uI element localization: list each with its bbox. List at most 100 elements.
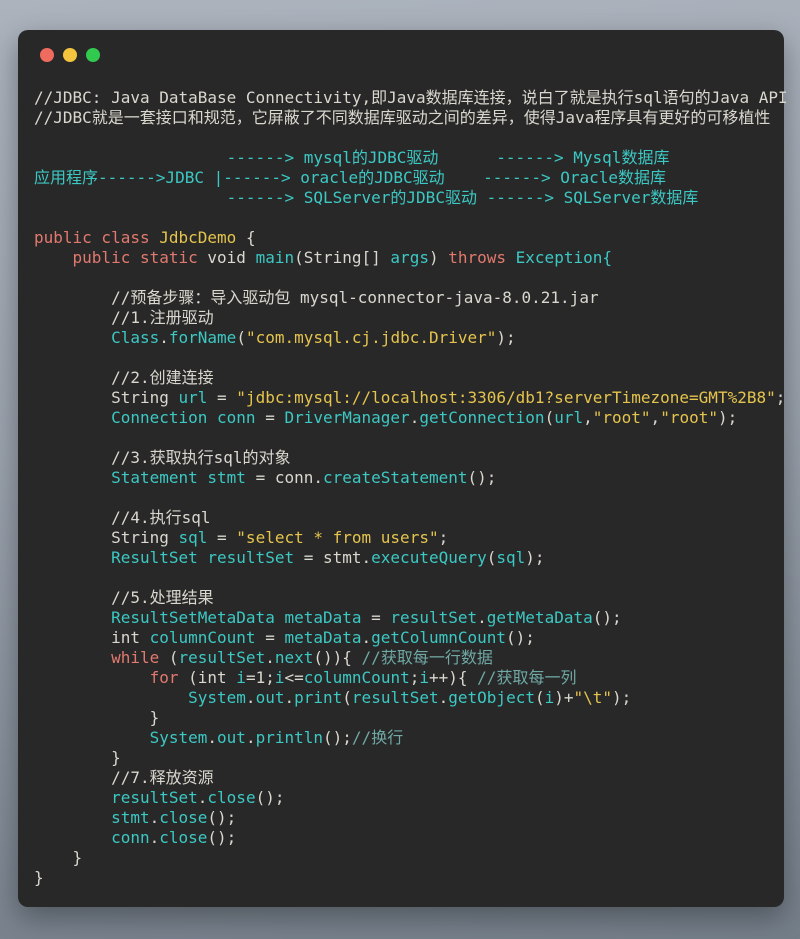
- code-token: [34, 608, 111, 627]
- code-token: out: [256, 688, 285, 707]
- code-token: url: [554, 408, 583, 427]
- code-token: (: [169, 648, 179, 667]
- code-token: //换行: [352, 728, 403, 747]
- code-line: //4.执行sql: [34, 508, 784, 528]
- code-token: for: [150, 668, 189, 687]
- code-token: [34, 828, 111, 847]
- code-token: ,: [583, 408, 593, 427]
- code-token: );: [496, 328, 515, 347]
- code-token: =: [371, 608, 390, 627]
- code-token: [34, 808, 111, 827]
- code-line: //JDBC就是一套接口和规范，它屏蔽了不同数据库驱动之间的差异，使得Java程…: [34, 108, 784, 128]
- minimize-button[interactable]: [63, 48, 77, 62]
- code-token: //5.处理结果: [34, 588, 214, 607]
- code-token: //获取每一行数据: [362, 648, 493, 667]
- code-line: [34, 348, 784, 368]
- code-token: (: [545, 408, 555, 427]
- code-token: ;: [776, 388, 786, 407]
- code-token: //JDBC就是一套接口和规范，它屏蔽了不同数据库驱动之间的差异，使得Java程…: [34, 108, 770, 127]
- code-token: = stmt.: [304, 548, 371, 567]
- code-line: ResultSetMetaData metaData = resultSet.g…: [34, 608, 784, 628]
- code-token: =: [217, 528, 236, 547]
- code-token: [34, 688, 188, 707]
- code-token: i: [545, 688, 555, 707]
- code-token: i: [236, 668, 246, 687]
- code-line: System.out.print(resultSet.getObject(i)+…: [34, 688, 784, 708]
- code-line: 应用程序------>JDBC |------> oracle的JDBC驱动 -…: [34, 168, 784, 188]
- code-line: ------> mysql的JDBC驱动 ------> Mysql数据库: [34, 148, 784, 168]
- code-token: ------> mysql的JDBC驱动 ------> Mysql数据库: [34, 148, 669, 167]
- code-line: ResultSet resultSet = stmt.executeQuery(…: [34, 548, 784, 568]
- code-token: .: [410, 408, 420, 427]
- code-token: ();: [506, 628, 535, 647]
- code-token: =: [217, 388, 236, 407]
- code-line: [34, 488, 784, 508]
- code-token: ,: [651, 408, 661, 427]
- code-token: Exception{: [516, 248, 612, 267]
- code-token: =: [265, 408, 284, 427]
- code-token: ();: [323, 728, 352, 747]
- code-token: i: [419, 668, 429, 687]
- code-token: "com.mysql.cj.jdbc.Driver": [246, 328, 496, 347]
- code-token: //获取每一列: [477, 668, 576, 687]
- code-token: =: [265, 628, 284, 647]
- code-line: public static void main(String[] args) t…: [34, 248, 784, 268]
- code-token: ();: [468, 468, 497, 487]
- code-token: .: [477, 608, 487, 627]
- code-line: //预备步骤：导入驱动包 mysql-connector-java-8.0.21…: [34, 288, 784, 308]
- code-line: Class.forName("com.mysql.cj.jdbc.Driver"…: [34, 328, 784, 348]
- code-line: Statement stmt = conn.createStatement();: [34, 468, 784, 488]
- code-token: .: [362, 628, 372, 647]
- code-token: public class: [34, 228, 159, 247]
- code-token: .: [265, 648, 275, 667]
- code-token: .: [150, 828, 160, 847]
- code-token: System: [150, 728, 208, 747]
- code-token: resultSet: [352, 688, 439, 707]
- code-token: ;: [439, 528, 449, 547]
- code-token: close: [207, 788, 255, 807]
- code-line: [34, 568, 784, 588]
- code-token: }: [34, 868, 44, 887]
- code-token: sql: [496, 548, 525, 567]
- code-token: .: [198, 788, 208, 807]
- code-token: (: [487, 548, 497, 567]
- code-token: close: [159, 828, 207, 847]
- code-token: ResultSetMetaData metaData: [111, 608, 371, 627]
- code-line: Connection conn = DriverManager.getConne…: [34, 408, 784, 428]
- code-token: ();: [207, 828, 236, 847]
- close-button[interactable]: [40, 48, 54, 62]
- code-line: }: [34, 868, 784, 888]
- code-token: resultSet: [111, 788, 198, 807]
- code-token: println: [256, 728, 323, 747]
- code-token: (: [236, 328, 246, 347]
- code-token: throws: [448, 248, 515, 267]
- code-token: }: [34, 748, 121, 767]
- zoom-button[interactable]: [86, 48, 100, 62]
- code-line: String sql = "select * from users";: [34, 528, 784, 548]
- code-token: void: [207, 248, 255, 267]
- code-token: print: [294, 688, 342, 707]
- code-token: (String[]: [294, 248, 390, 267]
- code-token: }: [34, 848, 82, 867]
- code-token: 应用程序------>JDBC |------> oracle的JDBC驱动 -…: [34, 168, 666, 187]
- code-token: .: [159, 328, 169, 347]
- code-line: int columnCount = metaData.getColumnCoun…: [34, 628, 784, 648]
- code-token: [34, 728, 150, 747]
- code-token: [34, 408, 111, 427]
- code-token: //7.释放资源: [34, 768, 214, 787]
- code-token: next: [275, 648, 314, 667]
- code-token: ();: [207, 808, 236, 827]
- code-line: //JDBC: Java DataBase Connectivity,即Java…: [34, 88, 784, 108]
- code-token: //1.注册驱动: [34, 308, 214, 327]
- code-token: .: [246, 688, 256, 707]
- code-token: }: [34, 708, 159, 727]
- code-token: "\t": [574, 688, 613, 707]
- code-token: .: [246, 728, 256, 747]
- code-token: forName: [169, 328, 236, 347]
- code-token: = conn.: [256, 468, 323, 487]
- code-token: //3.获取执行sql的对象: [34, 448, 291, 467]
- code-editor[interactable]: //JDBC: Java DataBase Connectivity,即Java…: [34, 88, 784, 888]
- code-line: }: [34, 848, 784, 868]
- code-token: [34, 788, 111, 807]
- code-token: .: [150, 808, 160, 827]
